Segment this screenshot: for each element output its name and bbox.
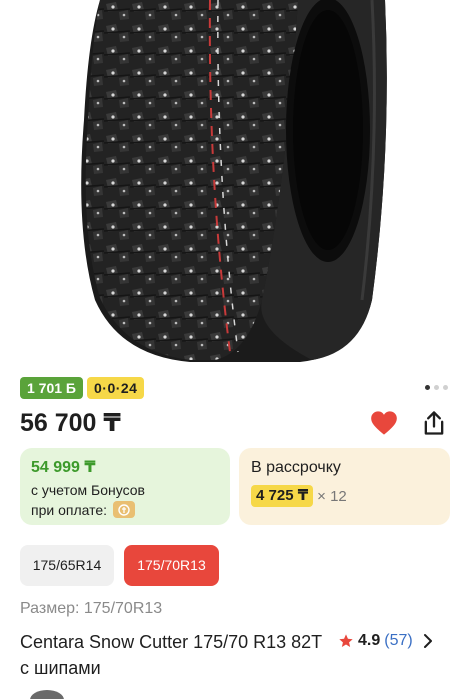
seller-avatar [30,690,64,699]
star-icon [339,634,353,647]
pagination-dot[interactable] [443,385,448,390]
pagination-dot[interactable] [425,385,430,390]
size-option-selected[interactable]: 175/70R13 [124,545,219,586]
share-icon [424,411,444,435]
bonus-badge: 1 701 Б [20,377,83,399]
product-image[interactable] [0,0,470,372]
installment-badge: 0·0·24 [87,377,145,399]
installment-title: В рассрочку [251,459,341,476]
bonus-price: 54 999 ₸ [31,459,96,476]
installment-card[interactable]: В рассрочку 4 725 ₸ × 12 [239,448,450,525]
chevron-right-icon [423,634,432,648]
kaspi-pay-icon [113,501,136,518]
bonus-payment-row: при оплате: [31,501,136,518]
favorite-button[interactable] [368,407,400,439]
review-count[interactable]: (57) [384,632,412,650]
gallery-pagination[interactable] [425,385,448,390]
size-option[interactable]: 175/65R14 [20,545,114,586]
rating-value: 4.9 [358,632,381,649]
installment-amount: 4 725 ₸ [251,485,314,507]
heart-icon [371,411,397,435]
installment-row: 4 725 ₸ × 12 [251,485,347,507]
tire-image [81,0,387,362]
product-price: 56 700 ₸ [20,409,121,437]
bonus-price-card[interactable]: 54 999 ₸ с учетом Бонусов при оплате: [20,448,230,525]
product-title: Centara Snow Cutter 175/70 R13 82T с шип… [20,632,322,678]
installment-multiplier: × 12 [317,487,347,505]
pagination-dot[interactable] [434,385,439,390]
bonus-note: с учетом Бонусов [31,482,145,498]
bonus-payment-label: при оплате: [31,501,108,518]
share-button[interactable] [418,407,450,439]
rating-link[interactable]: 4.9 (57) [338,632,433,650]
badges-row: 1 701 Б 0·0·24 [20,377,145,399]
size-label: Размер: 175/70R13 [20,600,163,617]
